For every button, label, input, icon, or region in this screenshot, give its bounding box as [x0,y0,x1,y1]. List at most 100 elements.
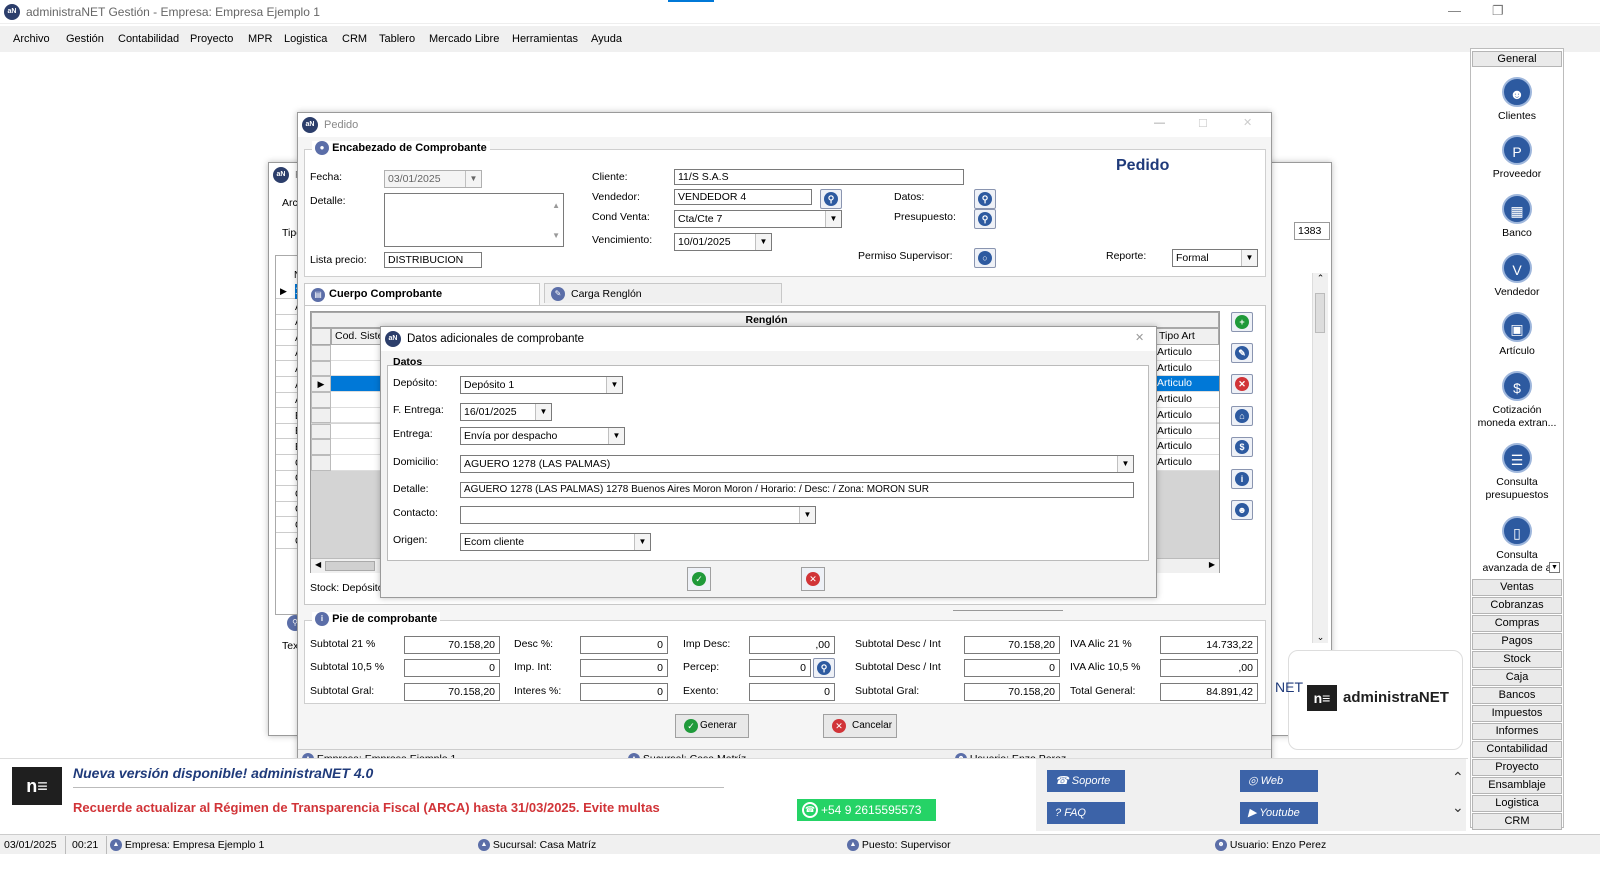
cell-tipo-art[interactable]: Articulo [1155,407,1219,424]
user-button[interactable]: ☻ [1231,500,1253,520]
bg-scrollbar[interactable]: ⌃ ⌄ [1312,273,1328,643]
cell-tipo-art[interactable]: Articulo [1155,392,1219,408]
faq-button[interactable]: ? FAQ [1047,802,1125,824]
entrega-select[interactable]: Envía por despacho ▼ [460,427,625,445]
close-icon[interactable]: ✕ [1243,116,1252,129]
presupuesto-button[interactable]: ⚲ [974,209,996,229]
menu-crm[interactable]: CRM [342,33,367,45]
sidebar-section-general[interactable]: General [1472,51,1562,67]
menu-mercado-libre[interactable]: Mercado Libre [429,33,499,45]
sidebar-section-ventas[interactable]: Ventas [1472,579,1562,596]
menu-mpr[interactable]: MPR [248,33,272,45]
add-row-button[interactable]: + [1231,312,1253,332]
sidebar-section-stock[interactable]: Stock [1472,651,1562,668]
permiso-button[interactable]: ○ [974,248,996,268]
origen-select[interactable]: Ecom cliente ▼ [460,533,651,551]
sidebar-item-articulo[interactable]: ▣ Artículo [1471,312,1563,358]
subtotal105-field[interactable]: 0 [404,659,500,677]
iva21-field[interactable]: 14.733,22 [1160,636,1258,654]
scroll-up-icon[interactable]: ▲ [552,198,560,214]
delete-row-button[interactable]: ✕ [1231,374,1253,394]
close-icon[interactable]: ✕ [1135,331,1144,344]
minimize-icon[interactable]: — [1154,117,1165,129]
chevron-down-icon[interactable]: ▼ [755,234,771,250]
subtotal-gral-field[interactable]: 70.158,20 [404,683,500,701]
sidebar-scroll-down-icon[interactable]: ▼ [1549,562,1560,573]
sidebar-section-informes[interactable]: Informes Globales [1472,723,1562,752]
scroll-left-icon[interactable]: ◀ [315,560,321,569]
exento-field[interactable]: 0 [749,683,835,701]
chevron-down-icon[interactable]: ⌄ [1452,799,1464,816]
cond-venta-select[interactable]: Cta/Cte 7 ▼ [674,210,842,228]
chevron-down-icon[interactable]: ▼ [1241,250,1257,266]
web-button[interactable]: ◎ Web [1240,770,1318,792]
banner-notice[interactable]: Recuerde actualizar al Régimen de Transp… [73,800,660,815]
vencimiento-field[interactable]: 10/01/2025 ▼ [674,233,772,251]
scroll-up-icon[interactable]: ⌃ [1313,273,1328,284]
sidebar-section-proyecto[interactable]: Proyecto [1472,759,1562,776]
menu-gestion[interactable]: Gestión [66,33,104,45]
detalle-textarea[interactable]: ▲ ▼ [384,193,564,247]
reporte-select[interactable]: Formal ▼ [1172,249,1258,267]
menu-contabilidad[interactable]: Contabilidad [118,33,179,45]
whatsapp-button[interactable]: ☎ +54 9 2615595573 [797,799,936,821]
sidebar-section-crm[interactable]: CRM [1472,813,1562,830]
sidebar-section-caja[interactable]: Caja [1472,669,1562,686]
tab-cuerpo-comprobante[interactable]: ▤ Cuerpo Comprobante [304,283,540,305]
cell-tipo-art[interactable]: Articulo [1155,454,1219,471]
sidebar-section-impuestos[interactable]: Impuestos [1472,705,1562,722]
sidebar-section-bancos[interactable]: Bancos [1472,687,1562,704]
datos-button[interactable]: ⚲ [974,189,996,209]
subtotal21-field[interactable]: 70.158,20 [404,636,500,654]
cancelar-button[interactable]: ✕ Cancelar [823,714,897,738]
youtube-button[interactable]: ▶ Youtube [1240,802,1318,824]
col-tipo-art[interactable]: Tipo Art [1155,328,1219,345]
lista-precio-field[interactable]: DISTRIBUCION [384,252,482,268]
intereses-field[interactable]: 0 [580,683,668,701]
tab-carga-renglon[interactable]: ✎ Carga Renglón [544,283,782,303]
minimize-icon[interactable]: — [1448,3,1461,18]
restore-icon[interactable]: ❐ [1492,3,1504,19]
sub-gral2-field[interactable]: 70.158,20 [964,683,1060,701]
menu-tablero[interactable]: Tablero [379,33,415,45]
sidebar-item-banco[interactable]: ▦ Banco [1471,194,1563,240]
sidebar-section-pagos[interactable]: Pagos [1472,633,1562,650]
maximize-icon[interactable]: ☐ [1198,117,1208,130]
deposito-select[interactable]: Depósito 1 ▼ [460,376,623,394]
cell-tipo-art[interactable]: Articulo [1155,360,1219,377]
sidebar-section-ensamblaje[interactable]: Ensamblaje [1472,777,1562,794]
sidebar-section-compras[interactable]: Compras [1472,615,1562,632]
cell-tipo-art[interactable]: Articulo [1155,423,1219,440]
bg-number-field[interactable]: 1383 [1294,222,1330,240]
vendedor-search-button[interactable]: ⚲ [820,189,842,209]
scroll-down-icon[interactable]: ⌄ [1313,632,1328,643]
chevron-down-icon[interactable]: ▼ [535,404,551,420]
soporte-button[interactable]: ☎ Soporte [1047,770,1125,792]
info-button[interactable]: i [1231,469,1253,489]
sidebar-item-proveedor[interactable]: P Proveedor [1471,135,1563,181]
menu-herramientas[interactable]: Herramientas [512,33,578,45]
dialog-cancel-button[interactable]: ✕ [801,567,825,591]
edit-row-button[interactable]: ✎ [1231,343,1253,363]
banner-headline[interactable]: Nueva versión disponible! administraNET … [73,765,373,781]
bg-window-menu[interactable]: Arc [282,197,298,209]
cell-tipo-art[interactable]: Articulo [1155,376,1219,393]
f-entrega-field[interactable]: 16/01/2025 ▼ [460,403,552,421]
cell-tipo-art[interactable]: Articulo [1155,345,1219,361]
imp-int-field[interactable]: 0 [580,659,668,677]
chevron-down-icon[interactable]: ▼ [634,534,650,550]
contacto-select[interactable]: ▼ [460,506,816,524]
chevron-down-icon[interactable]: ▼ [799,507,815,523]
sidebar-section-cobranzas[interactable]: Cobranzas [1472,597,1562,614]
menu-archivo[interactable]: Archivo [13,33,50,45]
menu-logistica[interactable]: Logistica [284,33,327,45]
vendedor-field[interactable]: VENDEDOR 4 [674,189,812,205]
chevron-down-icon[interactable]: ▼ [1117,456,1133,472]
detalle-field[interactable]: AGUERO 1278 (LAS PALMAS) 1278 Buenos Air… [460,482,1134,498]
total-field[interactable]: 84.891,42 [1160,683,1258,701]
generar-button[interactable]: ✓ Generar [675,714,749,738]
sidebar-item-consulta-presupuestos[interactable]: ☰ Consulta presupuestos [1471,443,1563,502]
desc-field[interactable]: 0 [580,636,668,654]
sub-desc-int2-field[interactable]: 0 [964,659,1060,677]
sidebar-section-logistica[interactable]: Logistica [1472,795,1562,812]
